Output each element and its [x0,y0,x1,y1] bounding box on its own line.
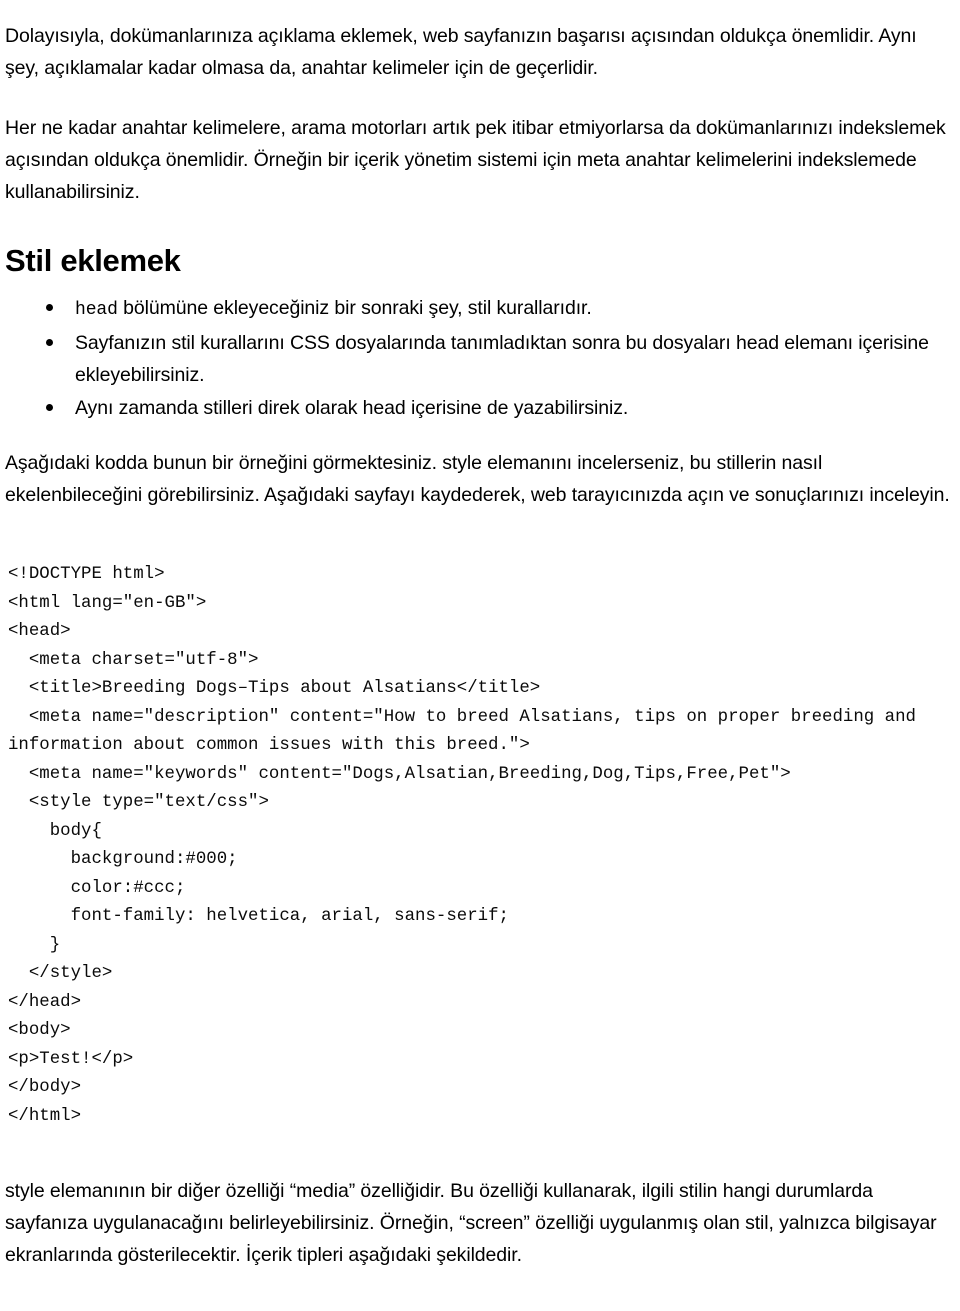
bullet-1-code-term: head [75,300,118,320]
stil-eklemek-bullet-list: head bölümüne ekleyeceğiniz bir sonraki … [5,292,955,424]
html-code-example: <!DOCTYPE html> <html lang="en-GB"> <hea… [8,565,916,1126]
section-heading-stil-eklemek: Stil eklemek [5,243,181,278]
intro-paragraph-1: Dolayısıyla, dokümanlarınıza açıklama ek… [5,25,917,79]
list-bottom-spacer [5,425,955,447]
footer-paragraph-media-attribute: style elemanının bir diğer özelliği “med… [5,1180,937,1266]
document-page: Dolayısıyla, dokümanlarınıza açıklama ek… [0,0,960,1311]
list-item: Sayfanızın stil kurallarını CSS dosyalar… [5,327,955,391]
code-bottom-spacer [5,1131,955,1175]
paragraph-after-list: Aşağıdaki kodda bunun bir örneğini görme… [5,452,950,506]
top-spacer [5,0,955,20]
paragraph-spacer-1 [5,84,955,112]
list-item: head bölümüne ekleyeceğiniz bir sonraki … [5,292,955,326]
heading-bottom-spacer [5,280,955,292]
intro-paragraph-2: Her ne kadar anahtar kelimelere, arama m… [5,117,946,203]
bullet-dot-icon [46,339,53,346]
list-item: Aynı zamanda stilleri direk olarak head … [5,392,955,424]
code-top-spacer [5,511,955,561]
bullet-dot-icon [46,404,53,411]
bullet-3-text: Aynı zamanda stilleri direk olarak head … [75,397,629,419]
bullet-1-text: bölümüne ekleyeceğiniz bir sonraki şey, … [117,297,592,319]
bullet-dot-icon [46,304,53,311]
bullet-2-text: Sayfanızın stil kurallarını CSS dosyalar… [75,332,929,386]
heading-top-spacer [5,208,955,242]
